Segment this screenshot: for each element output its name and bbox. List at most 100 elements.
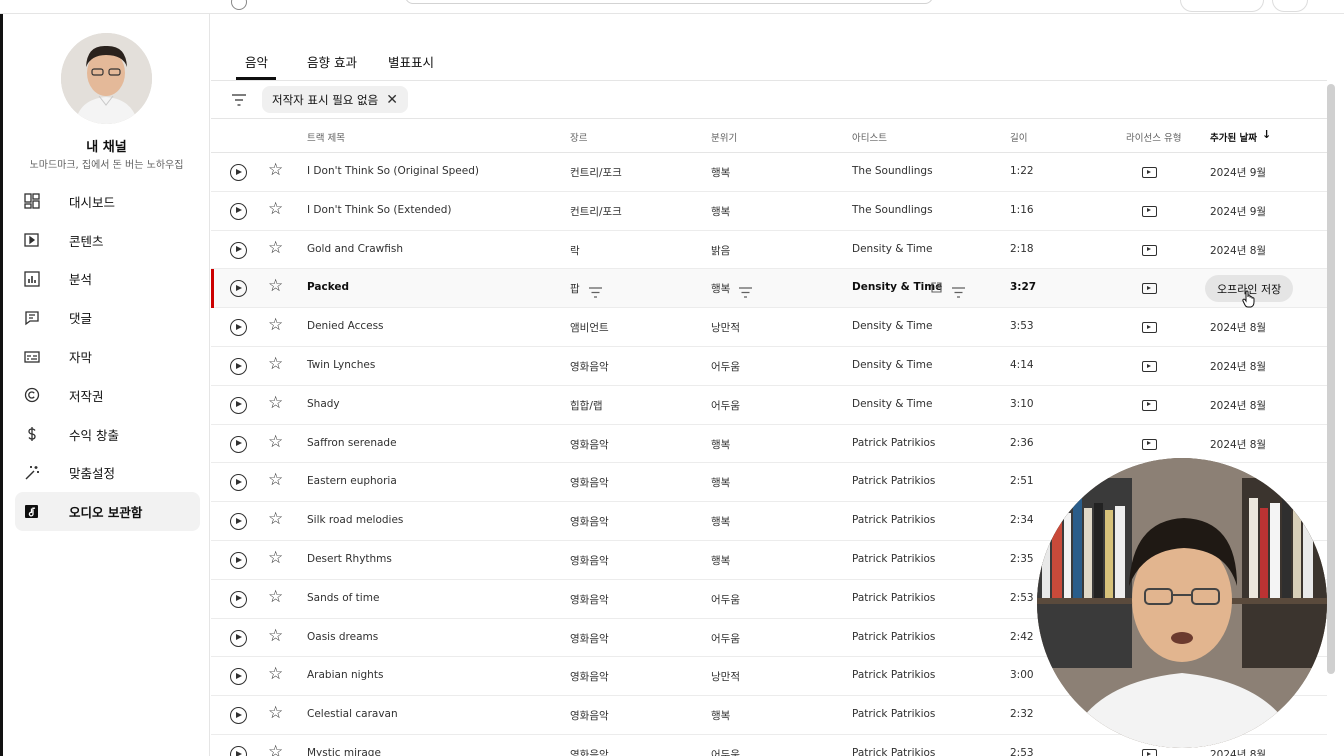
scrollbar[interactable] [1327, 84, 1335, 674]
studio-app: 내 채널 노마드마크, 집에서 돈 버는 노하우집 대시보드 콘텐츠 분석 댓글… [0, 0, 1344, 756]
table-row[interactable]: ☆ Gold and Crawfish 락 밝음 Density & Time 2:18 2… [211, 231, 1327, 270]
filter-chip[interactable]: 저작자 표시 필요 없음 ✕ [262, 86, 408, 113]
track-genre: 앰비언트 [570, 322, 609, 335]
subtitles-icon [23, 348, 41, 366]
track-mood: 낭만적 [711, 671, 740, 684]
create-button[interactable] [1180, 0, 1264, 12]
sort-arrow-down-icon[interactable]: ↓ [1262, 128, 1271, 141]
play-icon[interactable] [230, 590, 247, 608]
track-title: Arabian nights [307, 669, 384, 682]
star-icon[interactable]: ☆ [268, 317, 283, 334]
close-icon[interactable]: ✕ [386, 92, 398, 108]
play-icon[interactable] [230, 435, 247, 453]
tab-sound-effects[interactable]: 음향 효과 [307, 52, 357, 71]
column-header-genre[interactable]: 장르 [570, 130, 587, 144]
track-artist: Patrick Patrikios [852, 669, 936, 682]
sidebar-item-label: 수익 창출 [69, 427, 119, 443]
filter-icon[interactable] [231, 93, 247, 107]
play-icon[interactable] [230, 707, 247, 725]
track-genre: 영화음악 [570, 361, 609, 373]
star-icon[interactable]: ☆ [268, 239, 283, 257]
sidebar-item-subtitles[interactable]: 자막 [15, 337, 200, 376]
play-icon[interactable] [230, 552, 247, 569]
star-icon[interactable]: ☆ [268, 433, 283, 451]
track-length: 3:53 [1010, 320, 1034, 333]
sidebar-item-comments[interactable]: 댓글 [15, 298, 200, 337]
filter-by-genre-icon[interactable] [589, 283, 602, 298]
table-row[interactable]: ☆ Denied Access 앰비언트 낭만적 Density & Time 3:53 2… [211, 308, 1327, 347]
star-icon[interactable]: ☆ [268, 200, 283, 218]
sidebar-item-monetization[interactable]: 수익 창출 [15, 415, 200, 454]
table-row[interactable]: ☆ Shady 힙합/랩 어두움 Density & Time 3:10 2024년 8월 [211, 386, 1327, 425]
play-icon[interactable] [230, 280, 247, 298]
track-genre: 락 [570, 244, 580, 257]
track-title: Denied Access [307, 320, 384, 333]
play-icon[interactable] [230, 629, 247, 647]
column-header-artist[interactable]: 아티스트 [852, 130, 887, 144]
sidebar-item-audio-library[interactable]: 오디오 보관함 [15, 492, 200, 532]
table-row[interactable]: ☆ I Don't Think So (Original Speed) 컨트리/포크… [211, 153, 1327, 192]
track-date-added: 2024년 9월 [1210, 167, 1267, 179]
play-icon[interactable] [230, 358, 247, 375]
track-mood: 행복 [711, 710, 731, 723]
track-date-added: 2024년 8월 [1210, 244, 1267, 257]
star-icon[interactable]: ☆ [268, 278, 283, 295]
filter-by-mood-icon[interactable] [739, 283, 752, 298]
track-length: 1:16 [1010, 203, 1034, 216]
star-icon[interactable]: ☆ [268, 627, 283, 645]
track-artist: The Soundlings [852, 165, 933, 177]
column-header-license[interactable]: 라이선스 유형 [1126, 130, 1181, 144]
star-icon[interactable]: ☆ [268, 162, 283, 179]
track-length: 2:36 [1010, 436, 1034, 449]
sidebar-item-customization[interactable]: 맞춤설정 [15, 454, 200, 493]
column-header-title[interactable]: 트랙 제목 [307, 130, 345, 144]
avatar[interactable] [61, 33, 152, 124]
table-row[interactable]: ☆ Packed 팝 행복 Density & Time 3:27 오프라인 저장 [211, 269, 1327, 309]
search-input[interactable] [405, 0, 933, 4]
play-icon[interactable] [230, 668, 247, 686]
track-mood: 낭만적 [711, 322, 740, 335]
sidebar-item-content[interactable]: 콘텐츠 [15, 221, 200, 260]
track-length: 1:22 [1010, 165, 1034, 177]
track-length: 2:35 [1010, 553, 1034, 565]
star-icon[interactable]: ☆ [268, 588, 283, 606]
star-icon[interactable]: ☆ [268, 705, 283, 722]
sidebar-item-copyright[interactable]: 저작권 [15, 376, 200, 415]
table-row[interactable]: ☆ I Don't Think So (Extended) 컨트리/포크 행복 The … [211, 192, 1327, 231]
star-icon[interactable]: ☆ [268, 666, 283, 683]
star-icon[interactable]: ☆ [268, 394, 283, 412]
play-icon[interactable] [230, 746, 247, 756]
play-icon[interactable] [230, 513, 247, 531]
star-icon[interactable]: ☆ [268, 744, 283, 756]
sidebar-item-analytics[interactable]: 분석 [15, 260, 200, 299]
star-icon[interactable]: ☆ [268, 550, 283, 567]
star-icon[interactable]: ☆ [268, 472, 283, 489]
external-link-icon[interactable] [931, 282, 942, 293]
audio-library-icon [23, 503, 41, 521]
play-icon[interactable] [230, 202, 247, 220]
play-icon[interactable] [230, 241, 247, 259]
tab-starred[interactable]: 별표표시 [388, 52, 434, 71]
table-row[interactable]: ☆ Saffron serenade 영화음악 행복 Patrick Patrikios… [211, 425, 1327, 464]
column-header-mood[interactable]: 분위기 [711, 130, 737, 144]
menu-icon[interactable] [231, 0, 247, 10]
play-icon[interactable] [230, 164, 247, 181]
play-icon[interactable] [230, 319, 247, 337]
active-tab-indicator [236, 77, 276, 80]
filter-by-artist-icon[interactable] [952, 283, 965, 298]
column-header-length[interactable]: 길이 [1010, 130, 1027, 144]
table-row[interactable]: ☆ Twin Lynches 영화음악 어두움 Density & Time 4:14 20… [211, 347, 1327, 386]
column-header-date-added[interactable]: 추가된 날짜 [1210, 130, 1257, 144]
sidebar-item-dashboard[interactable]: 대시보드 [15, 182, 200, 221]
monetization-icon [23, 425, 41, 443]
star-icon[interactable]: ☆ [268, 356, 283, 373]
track-title: I Don't Think So (Extended) [307, 203, 452, 216]
star-icon[interactable]: ☆ [268, 511, 283, 528]
play-icon[interactable] [230, 474, 247, 492]
tab-music[interactable]: 음악 [245, 52, 268, 71]
track-artist: Patrick Patrikios [852, 475, 936, 488]
account-button[interactable] [1272, 0, 1308, 12]
play-icon[interactable] [230, 396, 247, 414]
track-artist: Density & Time [852, 320, 933, 333]
track-title: Oasis dreams [307, 630, 379, 643]
